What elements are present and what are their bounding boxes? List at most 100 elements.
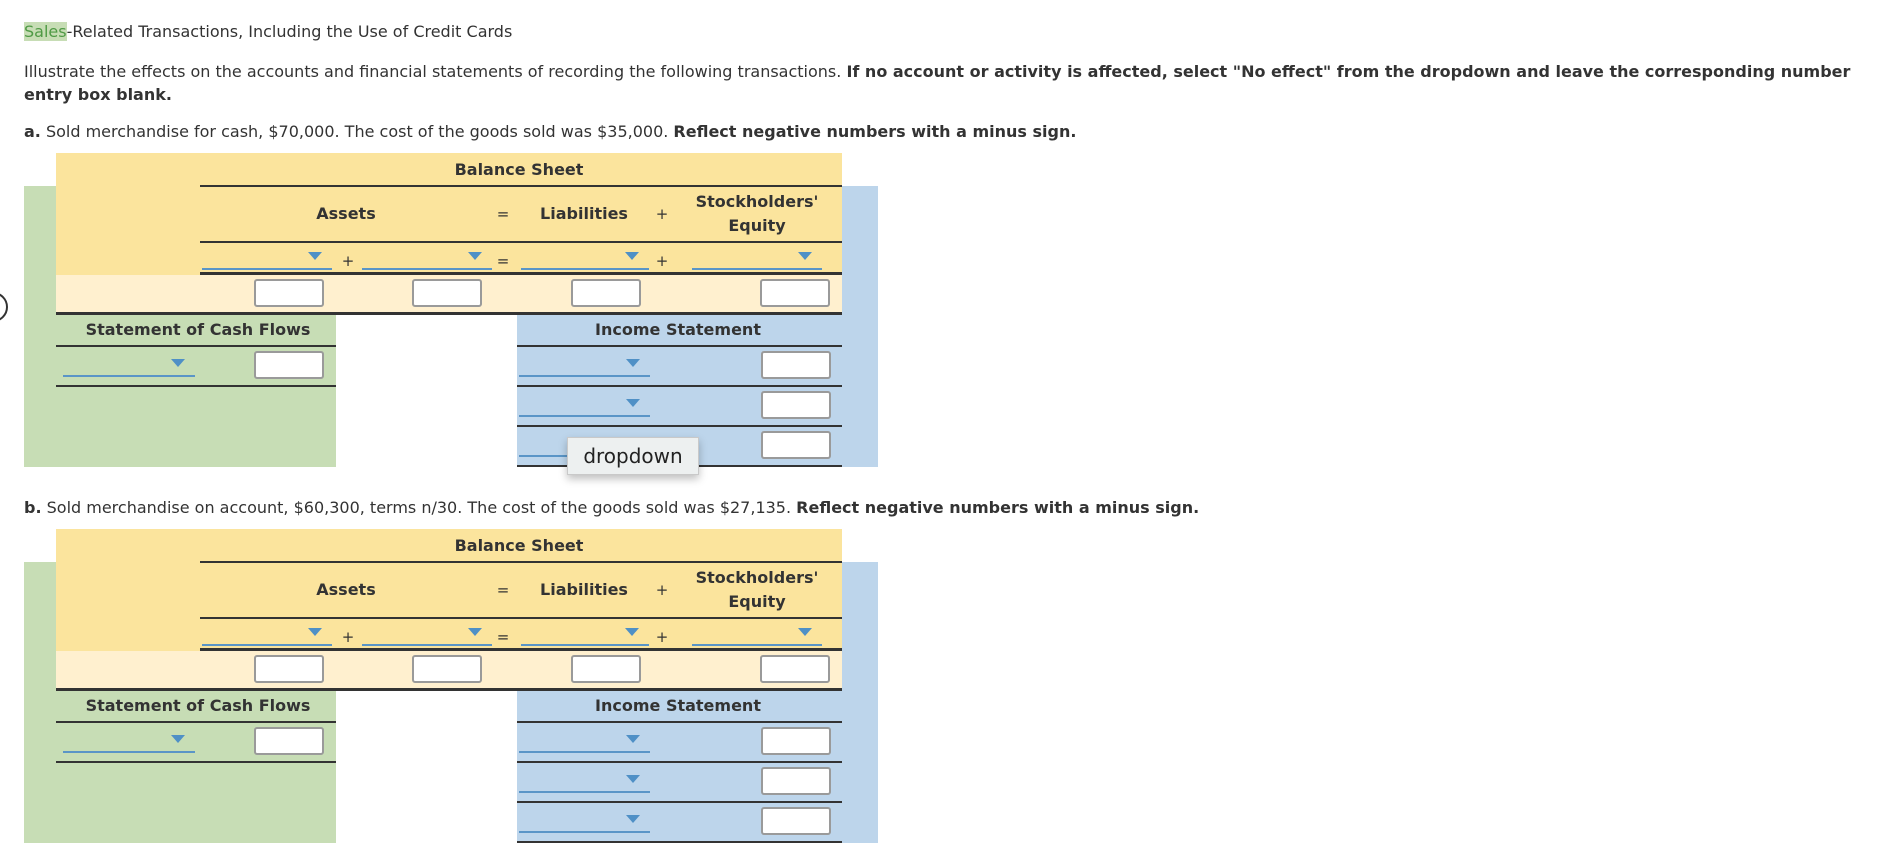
dropdown-tooltip: dropdown: [567, 437, 699, 475]
income-statement-amount-input-2[interactable]: [761, 767, 831, 795]
equity-amount-input[interactable]: [760, 279, 830, 307]
assets-amount-input[interactable]: [254, 655, 324, 683]
title-highlight: Sales: [24, 22, 67, 41]
assets-amount-input-2[interactable]: [412, 279, 482, 307]
plus-sign: +: [655, 581, 669, 599]
divider: [200, 617, 842, 619]
blue-strip: [842, 562, 878, 843]
cash-flow-activity-dropdown[interactable]: [63, 729, 195, 753]
assets-heading: Assets: [316, 204, 376, 223]
blue-strip: [842, 186, 878, 467]
divider: [56, 721, 336, 723]
plus-sign: +: [341, 252, 355, 270]
income-statement-dropdown-2[interactable]: [519, 393, 650, 417]
liabilities-amount-input[interactable]: [571, 655, 641, 683]
income-statement-amount-input-1[interactable]: [761, 351, 831, 379]
page-title: Sales-Related Transactions, Including th…: [24, 22, 512, 41]
equity-amount-input[interactable]: [760, 655, 830, 683]
divider: [56, 345, 336, 347]
divider: [517, 425, 842, 427]
divider: [517, 345, 842, 347]
effects-table: Balance Sheet Assets = Liabilities + Sto…: [24, 153, 878, 467]
assets-account-dropdown-2[interactable]: [362, 246, 492, 270]
plus-sign: +: [655, 628, 669, 646]
income-statement-amount-input-3[interactable]: [761, 807, 831, 835]
assets-amount-input-2[interactable]: [412, 655, 482, 683]
question-letter: a.: [24, 122, 41, 141]
dropdown-arrow-icon: [171, 735, 185, 743]
cash-flows-heading: Statement of Cash Flows: [85, 320, 311, 339]
equity-heading: Stockholders' Equity: [696, 566, 819, 614]
dropdown-arrow-icon: [626, 359, 640, 367]
cash-flow-amount-input[interactable]: [254, 727, 324, 755]
liabilities-account-dropdown[interactable]: [521, 622, 649, 646]
divider: [200, 241, 842, 243]
assets-account-dropdown[interactable]: [202, 622, 332, 646]
equity-account-dropdown[interactable]: [692, 246, 822, 270]
divider: [200, 648, 842, 651]
divider: [200, 561, 842, 563]
divider: [517, 385, 842, 387]
equity-account-dropdown[interactable]: [692, 622, 822, 646]
divider: [517, 801, 842, 803]
balance-sheet-heading: Balance Sheet: [454, 160, 584, 179]
divider: [200, 185, 842, 187]
liabilities-amount-input[interactable]: [571, 279, 641, 307]
title-rest: -Related Transactions, Including the Use…: [66, 22, 513, 41]
divider: [200, 272, 842, 275]
cash-flow-activity-dropdown[interactable]: [63, 353, 195, 377]
equals-sign: =: [496, 205, 510, 223]
divider: [56, 312, 842, 315]
dropdown-arrow-icon: [798, 252, 812, 260]
dropdown-arrow-icon: [626, 815, 640, 823]
equals-sign: =: [496, 581, 510, 599]
dropdown-arrow-icon: [798, 628, 812, 636]
income-statement-dropdown-1[interactable]: [519, 729, 650, 753]
plus-sign: +: [655, 252, 669, 270]
instructions: Illustrate the effects on the accounts a…: [24, 60, 1884, 106]
dropdown-arrow-icon: [625, 252, 639, 260]
question-line: b. Sold merchandise on account, $60,300,…: [24, 498, 1199, 517]
cash-flows-heading: Statement of Cash Flows: [85, 696, 311, 715]
assets-account-dropdown-2[interactable]: [362, 622, 492, 646]
income-statement-dropdown-3[interactable]: [519, 809, 650, 833]
dropdown-arrow-icon: [626, 775, 640, 783]
dropdown-arrow-icon: [171, 359, 185, 367]
equity-line2: Equity: [728, 216, 786, 235]
divider: [56, 688, 842, 691]
income-statement-dropdown-2[interactable]: [519, 769, 650, 793]
plus-sign: +: [655, 205, 669, 223]
equals-sign: =: [496, 628, 510, 646]
question-letter: b.: [24, 498, 42, 517]
cash-flow-amount-input[interactable]: [254, 351, 324, 379]
divider: [56, 385, 336, 387]
divider: [56, 761, 336, 763]
question-text: Sold merchandise for cash, $70,000. The …: [40, 122, 674, 141]
assets-heading: Assets: [316, 580, 376, 599]
assets-amount-input[interactable]: [254, 279, 324, 307]
divider: [517, 721, 842, 723]
equity-line2: Equity: [728, 592, 786, 611]
dropdown-arrow-icon: [308, 252, 322, 260]
liabilities-account-dropdown[interactable]: [521, 246, 649, 270]
income-statement-heading: Income Statement: [595, 696, 761, 715]
plus-sign: +: [341, 628, 355, 646]
effects-table: Balance Sheet Assets = Liabilities + Sto…: [24, 529, 878, 843]
divider: [517, 841, 842, 843]
question-text: Sold merchandise on account, $60,300, te…: [41, 498, 797, 517]
instructions-text: Illustrate the effects on the accounts a…: [24, 62, 847, 81]
liabilities-heading: Liabilities: [540, 204, 628, 223]
income-statement-dropdown-1[interactable]: [519, 353, 650, 377]
dropdown-arrow-icon: [626, 399, 640, 407]
equals-sign: =: [496, 252, 510, 270]
dropdown-arrow-icon: [468, 628, 482, 636]
income-statement-amount-input-3[interactable]: [761, 431, 831, 459]
balance-sheet-heading: Balance Sheet: [454, 536, 584, 555]
question-note: Reflect negative numbers with a minus si…: [796, 498, 1200, 517]
question-note: Reflect negative numbers with a minus si…: [673, 122, 1077, 141]
income-statement-amount-input-2[interactable]: [761, 391, 831, 419]
assets-account-dropdown[interactable]: [202, 246, 332, 270]
income-statement-amount-input-1[interactable]: [761, 727, 831, 755]
dropdown-arrow-icon: [468, 252, 482, 260]
equity-heading: Stockholders' Equity: [696, 190, 819, 238]
